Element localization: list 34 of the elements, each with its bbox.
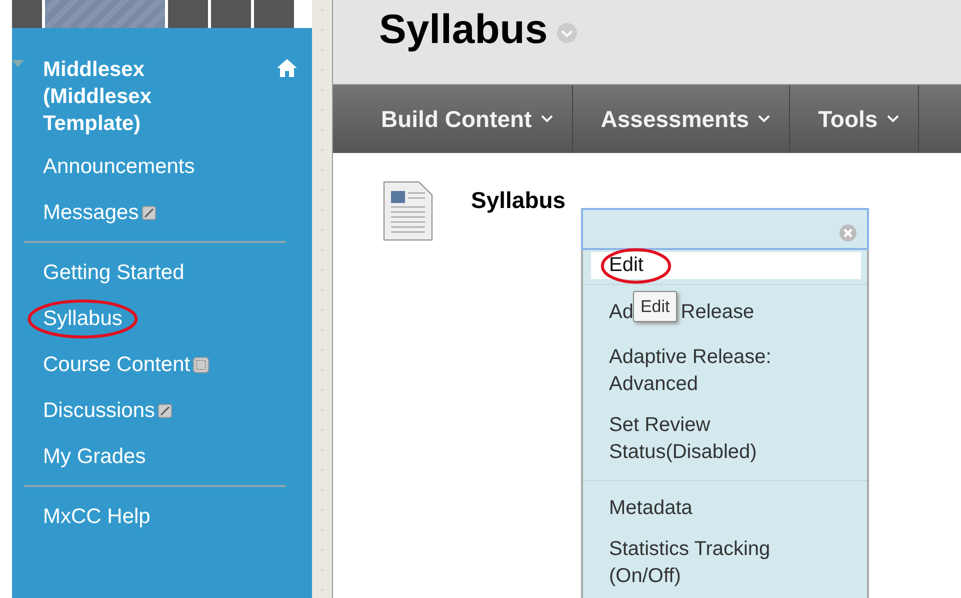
course-menu-link[interactable]: Announcements (43, 155, 195, 179)
chevron-down-icon (757, 114, 772, 124)
content-item-title[interactable]: Syllabus (471, 187, 566, 214)
menu-item[interactable]: Edit (591, 252, 861, 279)
action-bar-menu[interactable]: Build Content (333, 85, 573, 153)
toolbar-button[interactable] (254, 0, 294, 28)
action-bar-menu[interactable]: Tools (790, 85, 919, 153)
toolbar-button[interactable] (211, 0, 251, 28)
blocked-icon (142, 206, 156, 220)
toolbar-button[interactable] (168, 0, 208, 28)
course-menu-link[interactable]: My Grades (43, 445, 146, 469)
toolbar-button[interactable] (12, 0, 42, 28)
chevron-down-icon (886, 114, 900, 124)
square-icon (193, 357, 210, 373)
course-menu-link[interactable]: Course Content (43, 353, 210, 377)
chevron-down-icon (540, 114, 554, 124)
menu-item[interactable]: Set Review Status(Disabled) (609, 412, 779, 466)
blocked-icon (158, 404, 172, 418)
course-menu-link[interactable]: MxCC Help (43, 505, 150, 529)
course-menu-link[interactable]: Messages (43, 201, 156, 225)
close-icon[interactable] (839, 224, 857, 242)
course-menu-link[interactable]: Getting Started (43, 261, 184, 285)
menu-item[interactable]: Statistics Tracking (On/Off) (609, 536, 779, 590)
course-menu-link[interactable]: Discussions (43, 399, 172, 423)
menu-item[interactable]: Adaptive Release: Advanced (609, 344, 779, 398)
course-title[interactable]: Middlesex (Middlesex Template) (43, 56, 213, 137)
document-icon (383, 181, 433, 241)
home-icon[interactable] (276, 58, 298, 78)
collapse-caret-icon[interactable] (12, 60, 24, 68)
options-chevron-icon[interactable] (556, 22, 578, 44)
tooltip: Edit (633, 291, 677, 322)
page-title: Syllabus (379, 6, 548, 53)
menu-item[interactable]: Metadata (609, 495, 779, 522)
action-bar-menu[interactable]: Assessments (572, 85, 790, 153)
